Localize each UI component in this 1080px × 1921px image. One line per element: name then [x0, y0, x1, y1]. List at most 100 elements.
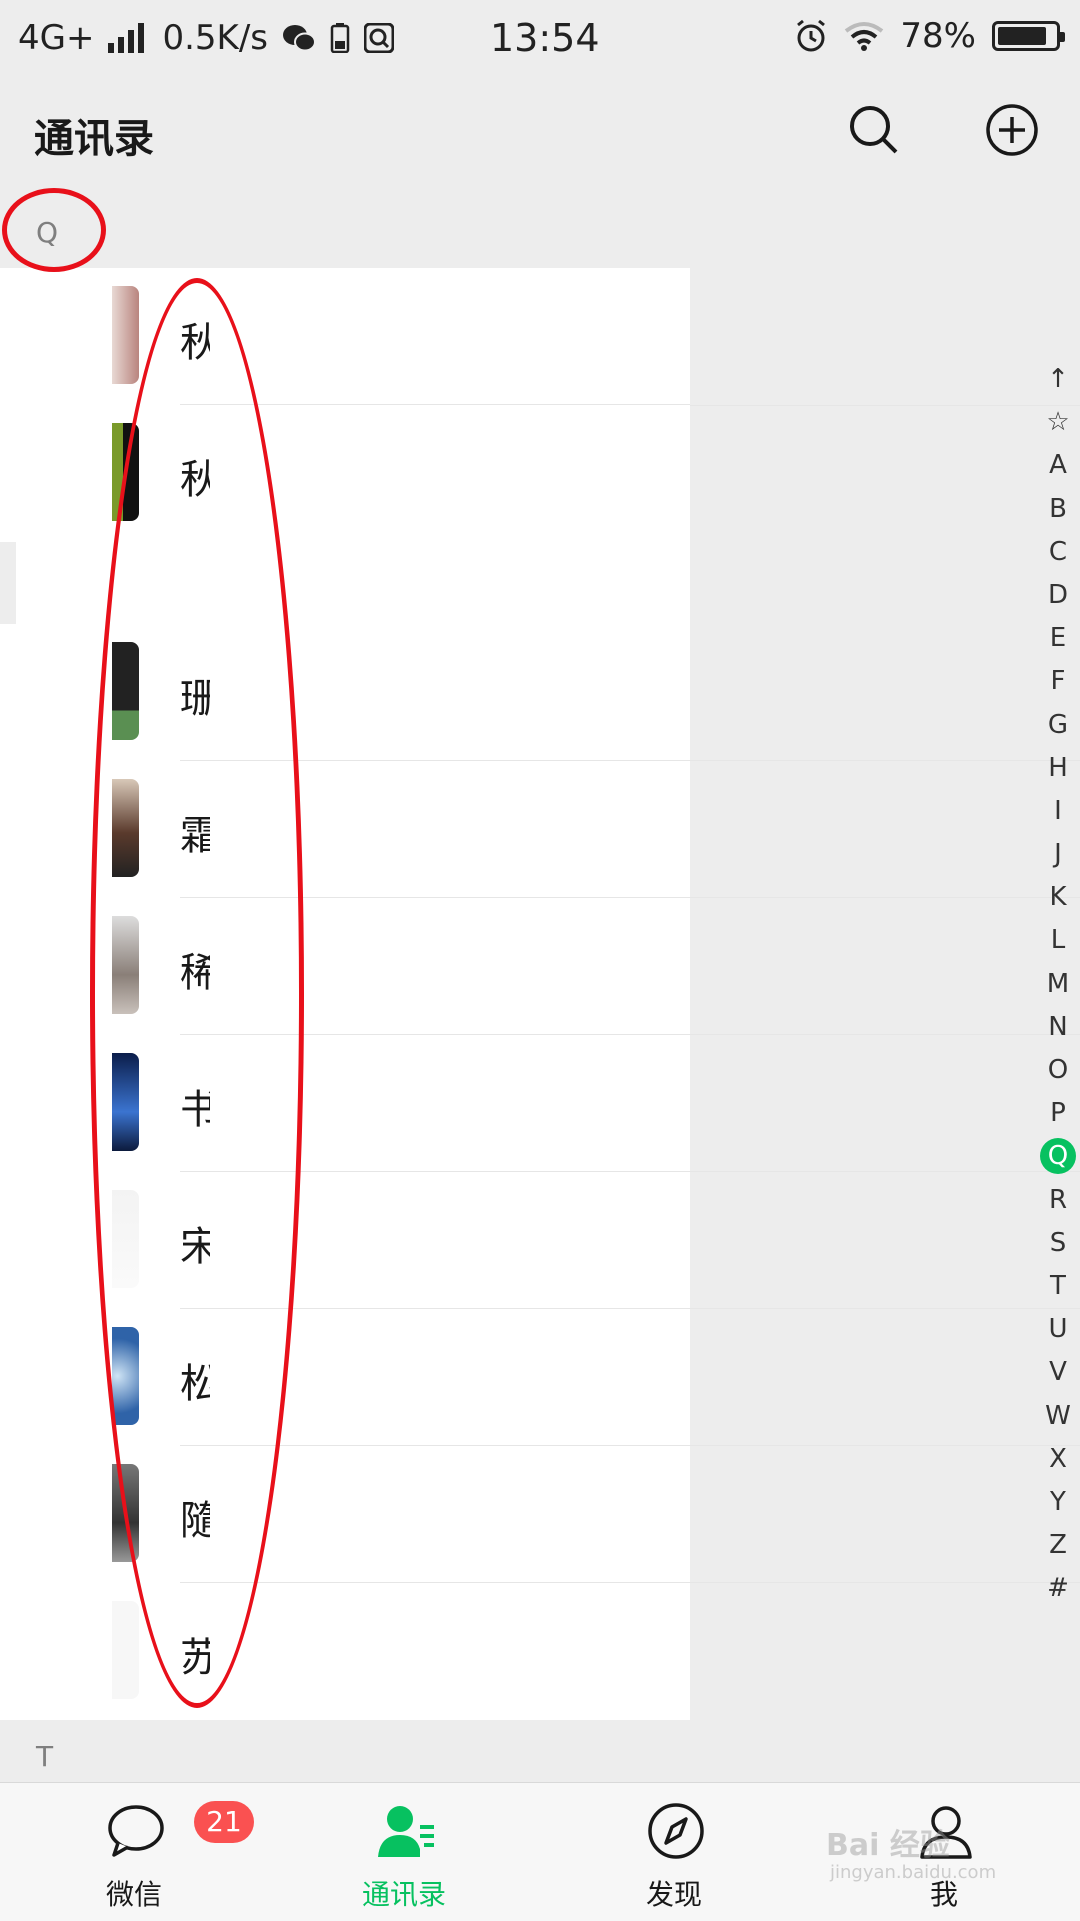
index-letter[interactable]: U — [1036, 1308, 1080, 1351]
index-letter-label: S — [1049, 1227, 1067, 1258]
section-letter: T — [36, 1740, 54, 1773]
index-letter-label: L — [1050, 925, 1066, 956]
divider — [690, 405, 1080, 406]
wifi-icon — [845, 22, 884, 51]
index-letter-label: J — [1054, 839, 1062, 870]
alarm-icon — [797, 19, 826, 52]
index-letter-label: H — [1048, 752, 1068, 783]
index-letter-label: K — [1049, 882, 1067, 913]
contacts-icon — [378, 1806, 434, 1857]
index-letter[interactable]: Y — [1036, 1481, 1080, 1524]
top-bar: 通讯录 — [0, 76, 1080, 186]
status-right: 78% — [794, 16, 1065, 56]
avatar — [112, 1601, 139, 1699]
index-letter[interactable]: C — [1036, 531, 1080, 574]
divider — [690, 1308, 1080, 1309]
index-letter-label: E — [1049, 623, 1067, 654]
divider — [690, 1445, 1080, 1446]
tab-chats[interactable]: 21 微信 — [44, 1783, 254, 1921]
index-letter[interactable]: H — [1036, 747, 1080, 790]
index-letter[interactable]: O — [1036, 1049, 1080, 1092]
index-letter-label: O — [1047, 1055, 1069, 1085]
index-letter[interactable]: M — [1036, 963, 1080, 1006]
index-letter[interactable]: G — [1036, 704, 1080, 747]
compass-icon — [648, 1803, 704, 1859]
app-notify-icon — [364, 23, 395, 53]
section-header-t: T — [0, 1720, 1080, 1782]
contact-row[interactable]: 隨 — [0, 1446, 690, 1583]
search-icon — [850, 106, 898, 154]
watermark-logo: Bai 经验 — [826, 1828, 950, 1863]
index-letter[interactable]: P — [1036, 1092, 1080, 1135]
index-letter[interactable]: # — [1036, 1567, 1080, 1610]
tab-label: 通讯录 — [361, 1878, 446, 1911]
index-letter-label: P — [1050, 1098, 1066, 1129]
index-letter[interactable]: V — [1036, 1351, 1080, 1394]
index-letter[interactable]: D — [1036, 574, 1080, 617]
index-letter-label: A — [1049, 450, 1067, 481]
sim-battery-icon — [330, 23, 350, 53]
index-letter-label: # — [1047, 1573, 1069, 1604]
watermark-url: jingyan.baidu.com — [830, 1862, 997, 1883]
contact-row[interactable]: 秋 — [0, 268, 690, 405]
tab-label: 微信 — [105, 1878, 162, 1911]
tab-contacts[interactable]: 通讯录 — [314, 1783, 494, 1921]
index-letter-label: T — [1050, 1270, 1066, 1301]
unread-badge: 21 — [194, 1801, 254, 1843]
index-letter[interactable]: J — [1036, 833, 1080, 876]
index-letter-label: Q — [1040, 1138, 1076, 1175]
signal-icon — [108, 23, 145, 53]
index-letter[interactable]: W — [1036, 1395, 1080, 1438]
avatar — [112, 286, 139, 384]
divider — [690, 1582, 1080, 1583]
index-letter[interactable]: K — [1036, 876, 1080, 919]
battery-icon — [992, 21, 1065, 51]
network-speed: 0.5K/s — [162, 18, 269, 58]
index-letter-label: W — [1045, 1400, 1071, 1431]
index-letter[interactable]: N — [1036, 1006, 1080, 1049]
index-letter-label: B — [1049, 493, 1067, 524]
index-letter[interactable]: L — [1036, 919, 1080, 962]
status-left: 4G+ 0.5K/s — [18, 18, 395, 58]
index-letter[interactable]: ☆ — [1036, 401, 1080, 444]
index-letter-label: C — [1048, 536, 1068, 567]
alphabet-index[interactable]: ↑ ☆ A B C D E F G H I J K L M N O P Q R S T U V W X Y Z # — [1036, 358, 1080, 1610]
add-button[interactable] — [984, 102, 1040, 158]
index-letter[interactable]: B — [1036, 488, 1080, 531]
index-letter-label: ↑ — [1047, 364, 1069, 394]
index-letter[interactable]: F — [1036, 660, 1080, 703]
annotation-ellipse-names — [90, 278, 304, 1708]
index-letter[interactable]: Z — [1036, 1524, 1080, 1567]
index-letter-label: U — [1048, 1314, 1068, 1345]
divider — [690, 897, 1080, 898]
index-letter[interactable]: X — [1036, 1438, 1080, 1481]
index-letter-label: X — [1049, 1443, 1067, 1474]
index-letter-label: V — [1049, 1357, 1067, 1388]
index-letter[interactable]: A — [1036, 444, 1080, 487]
index-letter-label: F — [1050, 666, 1066, 697]
index-letter-label: M — [1046, 968, 1070, 999]
index-letter[interactable]: S — [1036, 1222, 1080, 1265]
contact-row[interactable]: 秋 — [0, 405, 690, 542]
index-letter-label: D — [1047, 579, 1069, 610]
status-bar: 4G+ 0.5K/s 13:54 78% — [0, 0, 1080, 76]
divider — [690, 1171, 1080, 1172]
search-button[interactable] — [846, 102, 902, 158]
wechat-notify-icon — [283, 25, 317, 52]
index-letter[interactable]: E — [1036, 617, 1080, 660]
index-letter[interactable]: Q — [1036, 1135, 1080, 1178]
index-letter[interactable]: R — [1036, 1179, 1080, 1222]
index-letter[interactable]: I — [1036, 790, 1080, 833]
network-type: 4G+ — [18, 18, 95, 58]
plus-circle-icon — [986, 104, 1038, 156]
battery-percent: 78% — [900, 16, 976, 56]
contact-row[interactable]: 苏 — [0, 1583, 690, 1720]
index-letter[interactable]: ↑ — [1036, 358, 1080, 401]
clock: 13:54 — [490, 16, 600, 60]
tab-label: 发现 — [645, 1878, 702, 1911]
index-letter[interactable]: T — [1036, 1265, 1080, 1308]
chat-bubble-icon — [108, 1805, 164, 1857]
section-header-q: Q — [0, 186, 1080, 268]
tab-discover[interactable]: 发现 — [584, 1783, 764, 1921]
contact-list-q1: 秋 秋 — [0, 268, 690, 542]
